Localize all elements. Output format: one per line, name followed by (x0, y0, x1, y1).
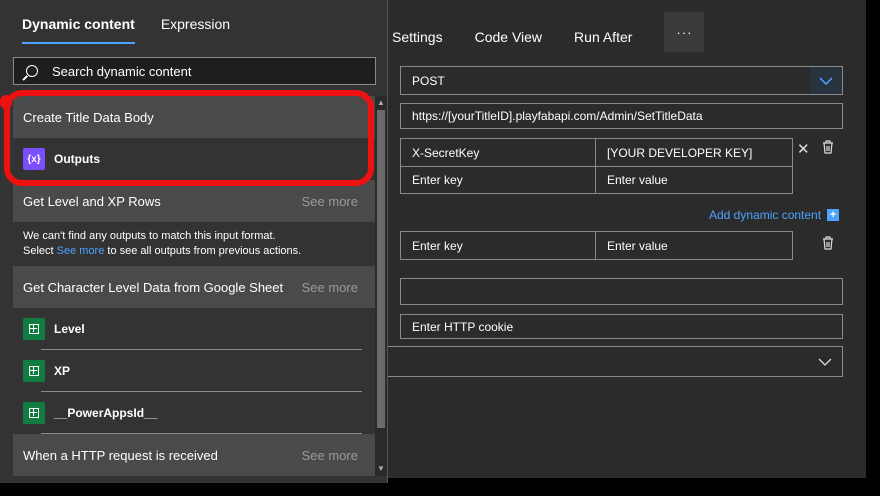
delete-icon[interactable] (821, 139, 835, 159)
section-header: Get Character Level Data from Google She… (13, 266, 375, 308)
scroll-thumb[interactable] (377, 110, 385, 428)
header-value-input[interactable]: [YOUR DEVELOPER KEY] (595, 138, 793, 167)
item-label: __PowerAppsId__ (54, 406, 158, 420)
see-more-link[interactable]: See more (302, 194, 358, 209)
section-title: When a HTTP request is received (23, 447, 218, 463)
note-line-1: We can't find any outputs to match this … (23, 230, 276, 242)
tab-code-view[interactable]: Code View (475, 29, 542, 45)
header-value-input[interactable]: Enter value (595, 166, 793, 194)
divider (41, 433, 362, 434)
section-title: Get Level and XP Rows (23, 193, 161, 209)
list-item-level[interactable]: Level (13, 308, 375, 350)
close-icon[interactable]: ✕ (797, 140, 810, 158)
section-header: Get Level and XP Rows See more (13, 180, 375, 222)
red-annotation-circle (4, 90, 374, 186)
spreadsheet-icon (23, 360, 45, 382)
search-field[interactable]: Search dynamic content (13, 57, 376, 85)
body-input[interactable] (400, 278, 843, 305)
tab-run-after[interactable]: Run After (574, 29, 632, 45)
spreadsheet-icon (23, 402, 45, 424)
header-key-input[interactable]: X-SecretKey (400, 138, 596, 167)
add-dynamic-label: Add dynamic content (709, 208, 822, 222)
chevron-down-icon[interactable] (810, 67, 842, 94)
list-item-xp[interactable]: XP (13, 350, 375, 392)
cookie-input[interactable]: Enter HTTP cookie (400, 314, 843, 339)
tab-settings[interactable]: Settings (392, 29, 443, 45)
query-key-input[interactable]: Enter key (400, 231, 596, 260)
see-more-inline-link[interactable]: See more (57, 245, 105, 257)
more-options-button[interactable]: ··· (664, 12, 705, 52)
scrollbar[interactable]: ▲ ▼ (375, 96, 387, 476)
action-tabs: Settings Code View Run After ··· (392, 12, 705, 52)
chevron-down-icon[interactable] (818, 355, 832, 369)
method-select[interactable]: POST (400, 66, 843, 95)
plus-icon: + (827, 209, 840, 221)
no-outputs-note: We can't find any outputs to match this … (13, 222, 375, 266)
delete-icon[interactable] (821, 235, 835, 255)
authentication-select[interactable] (380, 346, 843, 377)
search-placeholder: Search dynamic content (52, 63, 192, 79)
section-title: Get Character Level Data from Google She… (23, 279, 284, 295)
see-more-link[interactable]: See more (302, 448, 358, 463)
section-header: When a HTTP request is received See more (13, 434, 375, 476)
tab-expression[interactable]: Expression (161, 16, 230, 44)
red-annotation-stroke (0, 95, 12, 109)
tab-dynamic-content[interactable]: Dynamic content (22, 16, 135, 44)
see-more-link[interactable]: See more (302, 280, 358, 295)
item-label: Level (54, 322, 85, 336)
uri-input[interactable]: https://[yourTitleID].playfabapi.com/Adm… (400, 103, 843, 129)
spreadsheet-icon (23, 318, 45, 340)
item-label: XP (54, 364, 71, 378)
scroll-down-icon[interactable]: ▼ (377, 464, 385, 473)
popup-tabs: Dynamic content Expression (22, 16, 256, 44)
scroll-up-icon[interactable]: ▲ (377, 98, 385, 107)
dynamic-content-panel: Dynamic content Expression Search dynami… (0, 0, 388, 483)
method-value: POST (412, 73, 445, 88)
search-icon (26, 65, 38, 77)
header-key-input[interactable]: Enter key (400, 166, 596, 194)
list-item-powerappsid[interactable]: __PowerAppsId__ (13, 392, 375, 434)
note-line-2: Select See more to see all outputs from … (23, 245, 302, 257)
add-dynamic-content-link[interactable]: Add dynamic content + (709, 208, 840, 222)
query-value-input[interactable]: Enter value (595, 231, 793, 260)
